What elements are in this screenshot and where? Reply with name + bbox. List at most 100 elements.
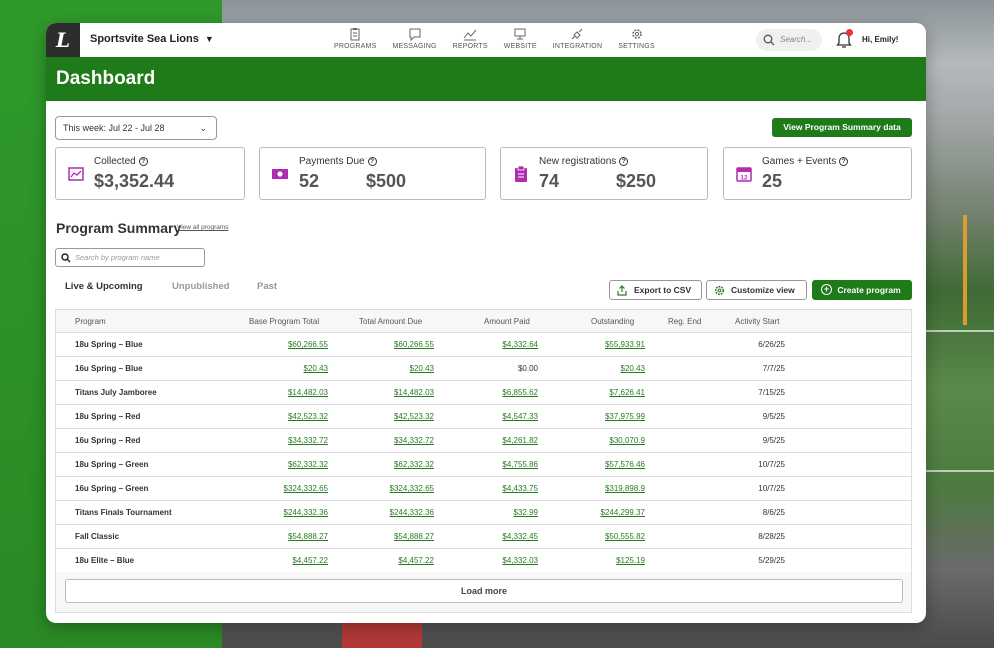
amount-cell[interactable]: $54,888.27 [288, 532, 328, 541]
stat-value: $3,352.44 [94, 171, 175, 191]
column-header[interactable]: Outstanding [591, 317, 634, 326]
program-name[interactable]: 16u Spring – Green [75, 484, 148, 493]
help-icon[interactable]: ? [839, 157, 849, 166]
table-row[interactable]: 18u Spring – Green $62,332.32 $62,332.32 $4… [56, 452, 911, 476]
program-name[interactable]: 18u Spring – Green [75, 460, 148, 469]
amount-cell[interactable]: $42,523.32 [288, 412, 328, 421]
amount-cell[interactable]: $319,898.9 [605, 484, 645, 493]
amount-cell[interactable]: $60,266.55 [394, 340, 434, 349]
nav-reports[interactable]: REPORTS [453, 27, 488, 50]
stat-value-amount: $500 [366, 171, 407, 191]
customize-view-button[interactable]: Customize view [706, 280, 807, 300]
program-name[interactable]: 18u Spring – Blue [75, 340, 143, 349]
table-row[interactable]: 16u Spring – Red $34,332.72 $34,332.72 $4,2… [56, 428, 911, 452]
nav-settings[interactable]: SETTINGS [618, 27, 655, 50]
table-row[interactable]: Titans July Jamboree $14,482.03 $14,482.03… [56, 380, 911, 404]
program-name[interactable]: 18u Elite – Blue [75, 556, 134, 565]
program-name[interactable]: Fall Classic [75, 532, 119, 541]
amount-cell[interactable]: $244,332.36 [390, 508, 435, 517]
create-program-button[interactable]: + Create program [812, 280, 912, 300]
amount-cell[interactable]: $7,626.41 [609, 388, 645, 397]
tab-past[interactable]: Past [257, 281, 277, 292]
amount-cell[interactable]: $14,482.03 [288, 388, 328, 397]
amount-cell[interactable]: $37,975.99 [605, 412, 645, 421]
chevron-down-icon: ⌄ [199, 123, 207, 133]
nav-programs[interactable]: PROGRAMS [334, 27, 376, 50]
amount-cell[interactable]: $50,555.82 [605, 532, 645, 541]
help-icon[interactable]: ? [367, 157, 377, 166]
amount-cell[interactable]: $4,457.22 [398, 556, 434, 565]
tab-unpublished[interactable]: Unpublished [172, 281, 230, 292]
amount-cell[interactable]: $4,332.45 [502, 532, 538, 541]
amount-cell[interactable]: $60,266.55 [288, 340, 328, 349]
nav-integration[interactable]: INTEGRATION [553, 27, 603, 50]
amount-cell[interactable]: $42,523.32 [394, 412, 434, 421]
column-header[interactable]: Base Program Total [249, 317, 319, 326]
help-icon[interactable]: ? [138, 157, 148, 166]
program-name[interactable]: Titans July Jamboree [75, 388, 157, 397]
program-name[interactable]: Titans Finals Tournament [75, 508, 172, 517]
view-summary-data-button[interactable]: View Program Summary data [772, 118, 912, 137]
amount-cell[interactable]: $324,332.65 [390, 484, 435, 493]
program-name[interactable]: 18u Spring – Red [75, 412, 140, 421]
org-switcher[interactable]: Sportsvite Sea Lions ▼ [90, 33, 214, 45]
table-row[interactable]: Titans Finals Tournament $244,332.36 $244,… [56, 500, 911, 524]
amount-cell[interactable]: $62,332.32 [394, 460, 434, 469]
amount-cell[interactable]: $20.43 [304, 364, 328, 373]
amount-cell[interactable]: $54,888.27 [394, 532, 434, 541]
export-csv-button[interactable]: Export to CSV [609, 280, 702, 300]
global-search[interactable]: Search... [756, 29, 822, 51]
notifications-button[interactable] [836, 29, 853, 48]
amount-cell[interactable]: $4,332.64 [502, 340, 538, 349]
load-more-button[interactable]: Load more [65, 579, 903, 603]
amount-cell[interactable]: $20.43 [410, 364, 434, 373]
amount-cell[interactable]: $324,332.65 [284, 484, 329, 493]
table-row[interactable]: 18u Spring – Red $42,523.32 $42,523.32 $4,5… [56, 404, 911, 428]
program-name[interactable]: 16u Spring – Blue [75, 364, 143, 373]
table-row[interactable]: 16u Spring – Green $324,332.65 $324,332.65… [56, 476, 911, 500]
amount-cell[interactable]: $4,755.86 [502, 460, 538, 469]
amount-cell[interactable]: $55,933.91 [605, 340, 645, 349]
goal-post [963, 215, 967, 325]
amount-cell[interactable]: $62,332.32 [288, 460, 328, 469]
column-header[interactable]: Activity Start [735, 317, 779, 326]
amount-cell[interactable]: $125.19 [616, 556, 645, 565]
amount-cell[interactable]: $20.43 [621, 364, 645, 373]
app-logo[interactable]: L [46, 23, 80, 57]
column-header[interactable]: Amount Paid [484, 317, 530, 326]
program-search-input[interactable]: Search by program name [55, 248, 205, 267]
table-row[interactable]: Fall Classic $54,888.27 $54,888.27 $4,332.4… [56, 524, 911, 548]
program-name[interactable]: 16u Spring – Red [75, 436, 140, 445]
tab-live-upcoming[interactable]: Live & Upcoming [65, 281, 143, 292]
amount-cell[interactable]: $57,576.46 [605, 460, 645, 469]
nav-messaging[interactable]: MESSAGING [392, 27, 436, 50]
column-header[interactable]: Reg. End [668, 317, 701, 326]
amount-cell[interactable]: $4,457.22 [292, 556, 328, 565]
amount-cell[interactable]: $4,261.82 [502, 436, 538, 445]
help-icon[interactable]: ? [619, 157, 629, 166]
nav-website[interactable]: WEBSITE [504, 27, 537, 50]
amount-cell[interactable]: $4,433.75 [502, 484, 538, 493]
table-row[interactable]: 18u Elite – Blue $4,457.22 $4,457.22 $4,332… [56, 548, 911, 572]
amount-cell[interactable]: $30,070.9 [609, 436, 645, 445]
table-row[interactable]: 16u Spring – Blue $20.43 $20.43 $0.00 $20.43… [56, 356, 911, 380]
amount-cell[interactable]: $34,332.72 [394, 436, 434, 445]
amount-cell[interactable]: $32.99 [514, 508, 538, 517]
view-all-programs-link[interactable]: View all programs [177, 224, 229, 231]
table-row[interactable]: 18u Spring – Blue $60,266.55 $60,266.55 $4,… [56, 332, 911, 356]
amount-cell[interactable]: $244,299.37 [601, 508, 646, 517]
amount-cell[interactable]: $4,332.03 [502, 556, 538, 565]
amount-cell[interactable]: $14,482.03 [394, 388, 434, 397]
amount-cell[interactable]: $244,332.36 [284, 508, 329, 517]
amount-cell[interactable]: $4,547.33 [502, 412, 538, 421]
column-header[interactable]: Program [75, 317, 106, 326]
stat-value: 52 [299, 171, 320, 191]
user-greeting[interactable]: Hi, Emily! [862, 35, 898, 44]
activity-start-cell: 8/6/25 [762, 508, 785, 517]
amount-cell[interactable]: $6,855.62 [502, 388, 538, 397]
amount-cell: $0.00 [517, 364, 538, 373]
week-selector[interactable]: This week: Jul 22 - Jul 28 ⌄ [55, 116, 217, 140]
column-header[interactable]: Total Amount Due [359, 317, 422, 326]
button-label: Export to CSV [634, 285, 692, 295]
amount-cell[interactable]: $34,332.72 [288, 436, 328, 445]
